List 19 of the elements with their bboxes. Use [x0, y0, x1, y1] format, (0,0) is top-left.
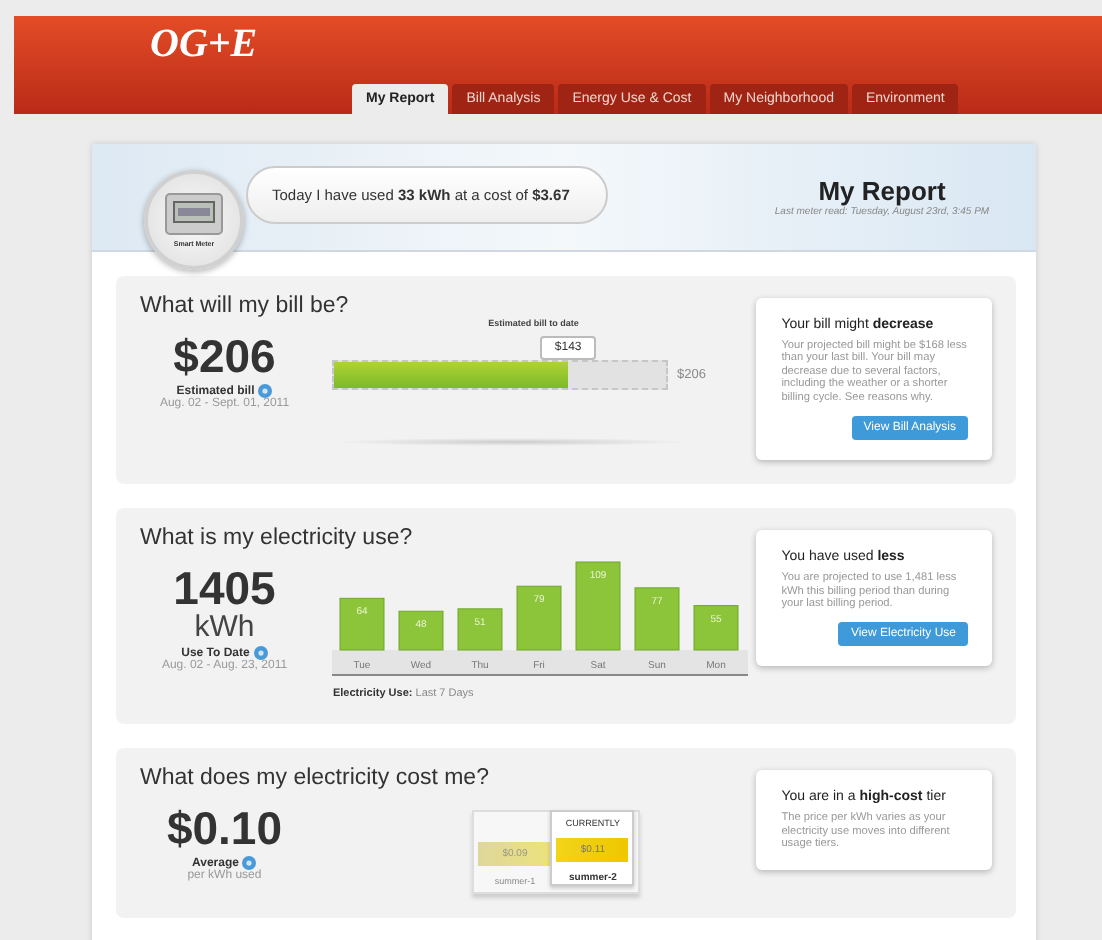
amount-value: 1405 — [173, 566, 276, 613]
info-icon[interactable] — [242, 856, 257, 871]
info-icon[interactable] — [258, 384, 273, 398]
section-heading: What does my electricity cost me? — [140, 766, 491, 791]
bar — [576, 561, 622, 651]
bar — [635, 587, 681, 651]
bar — [694, 605, 740, 651]
bar — [340, 598, 386, 651]
info-icon[interactable] — [253, 646, 268, 661]
unit-label: kWh — [194, 612, 255, 643]
amount-value: $206 — [173, 334, 276, 380]
section-heading: What will my bill be? — [140, 294, 351, 318]
section-heading: What is my electricity use? — [140, 526, 415, 551]
bar — [399, 610, 445, 651]
amount-value: $0.10 — [166, 806, 283, 853]
page-title: My Report — [818, 176, 946, 206]
logo: OG+E — [150, 24, 258, 64]
bar — [517, 585, 563, 651]
bar — [458, 608, 504, 651]
